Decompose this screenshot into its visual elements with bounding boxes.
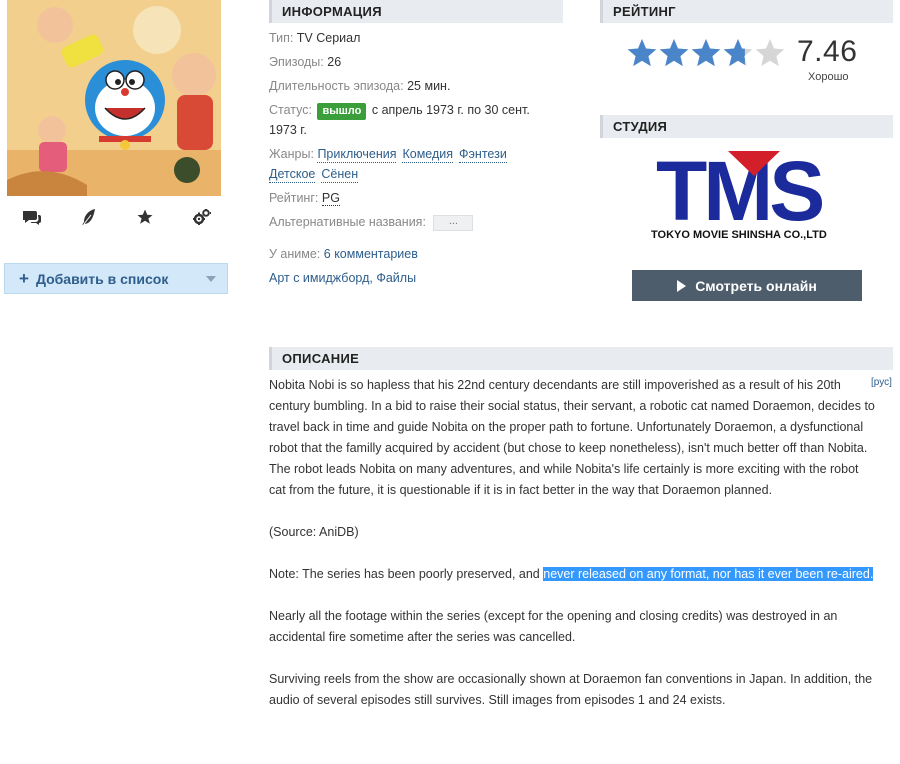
genre-kids[interactable]: Детское [269,166,316,183]
genre-comedy[interactable]: Комедия [402,146,454,163]
genres-key: Жанры: [269,147,314,161]
duration-key: Длительность эпизода: [269,79,404,93]
feather-icon[interactable] [79,207,99,227]
info-block: Тип: TV Сериал Эпизоды: 26 Длительность … [269,31,530,285]
plus-icon: + [19,269,29,288]
genre-fantasy[interactable]: Фэнтези [459,146,507,163]
type-key: Тип: [269,31,294,45]
rating-stars [626,38,786,70]
studio-header: СТУДИЯ [600,115,893,138]
rating-label: Хорошо [808,71,849,83]
type-value: TV Сериал [296,31,361,45]
rating-score: 7.46 [797,35,858,68]
rating-star-filled [627,39,657,67]
add-to-list-label: Добавить в список [35,270,169,287]
gears-icon[interactable] [192,207,212,227]
studio-logo-subtitle: TOKYO MOVIE SHINSHA CO.,LTD [651,229,827,241]
poster-actions [22,207,212,227]
star-icon[interactable] [135,207,155,227]
episodes-value: 26 [327,55,342,69]
selected-text: never released on any format, nor has it… [543,567,874,581]
info-header: ИНФОРМАЦИЯ [269,0,563,23]
chevron-down-icon[interactable] [206,276,216,282]
rating-star-filled [691,39,721,67]
episodes-key: Эпизоды: [269,55,324,69]
files-link[interactable]: Файлы [376,271,416,285]
genre-adventure[interactable]: Приключения [317,146,397,163]
watch-online-button[interactable]: Смотреть онлайн [632,270,862,301]
description-paragraph: Surviving reels from the show are occasi… [269,672,873,707]
rating-header: РЕЙТИНГ [600,0,893,23]
description-source: (Source: AniDB) [269,525,359,539]
alt-names-button[interactable]: ... [433,214,474,231]
description-paragraph: Nobita Nobi is so hapless that his 22nd … [269,378,875,497]
comments-icon[interactable] [22,207,42,227]
note-text: Note: The series has been poorly preserv… [269,567,544,581]
comments-link[interactable]: 6 комментариев [324,247,418,261]
rating-key: Рейтинг: [269,191,319,205]
play-icon [677,279,687,292]
description-body: Nobita Nobi is so hapless that his 22nd … [269,375,887,711]
description-header: ОПИСАНИЕ [269,347,893,370]
rating-star-filled [659,39,689,67]
add-to-list-button[interactable]: + Добавить в список [4,263,228,294]
duration-value: 25 мин. [407,79,451,93]
anime-poster[interactable] [7,0,221,196]
status-badge: вышло [317,103,367,120]
rating-star [755,39,785,67]
star-rating-graphic [627,39,785,67]
status-key: Статус: [269,103,312,117]
imageboard-art-link[interactable]: Арт с имиджборд [269,271,369,285]
genre-shounen[interactable]: Сёнен [321,166,359,183]
studio-logo[interactable]: TMS TOKYO MOVIE SHINSHA CO.,LTD [650,144,860,243]
rating-value[interactable]: PG [321,191,340,206]
watch-online-label: Смотреть онлайн [695,277,817,294]
alt-names-key: Альтернативные названия: [269,215,426,229]
description-note: Note: The series has been poorly preserv… [269,564,887,585]
description-paragraph: Nearly all the footage within the series… [269,609,838,644]
anime-key: У аниме: [269,247,321,261]
